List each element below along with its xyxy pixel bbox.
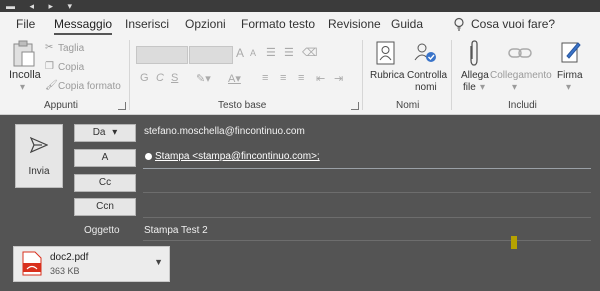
attachment-chip[interactable]: doc2.pdf 363 KB ▼	[13, 246, 170, 282]
cut-icon: ✂	[45, 42, 54, 53]
attachment-name: doc2.pdf	[50, 252, 89, 263]
format-painter-button[interactable]: Copia formato	[58, 81, 121, 92]
signature-icon[interactable]	[561, 40, 581, 64]
indent-decrease-icon[interactable]: ⇤	[316, 72, 325, 85]
tab-formato-testo[interactable]: Formato testo	[241, 17, 315, 31]
quick-access-icons[interactable]: ▬ ◂ ▸ ▾	[6, 0, 78, 12]
subject-field[interactable]: Stampa Test 2	[144, 225, 208, 236]
bullets-icon[interactable]: ☰	[266, 46, 276, 59]
copy-button[interactable]: Copia	[58, 62, 84, 73]
ribbon-divider	[129, 40, 130, 110]
attachment-size: 363 KB	[50, 266, 80, 276]
font-color-icon[interactable]: A▾	[228, 72, 241, 85]
shrink-font-button[interactable]: A	[250, 48, 256, 58]
link-dropdown-icon[interactable]: ▾	[512, 82, 517, 93]
underline-button[interactable]: S	[171, 72, 178, 84]
attach-dropdown-icon[interactable]: ▾	[480, 82, 485, 93]
tab-opzioni[interactable]: Opzioni	[185, 17, 226, 31]
highlight-icon[interactable]: ✎▾	[196, 72, 211, 85]
attach-file-button[interactable]: Allega	[461, 70, 489, 81]
chevron-down-icon: ▾	[112, 127, 118, 138]
subject-label: Oggetto	[84, 225, 120, 236]
chevron-down-icon[interactable]: ▼	[154, 257, 163, 267]
group-label-testo-base: Testo base	[218, 100, 267, 111]
numbering-icon[interactable]: ☰	[284, 46, 294, 59]
cursor-marker	[511, 236, 517, 249]
tab-revisione[interactable]: Revisione	[328, 17, 381, 31]
to-field[interactable]: Stampa <stampa@fincontinuo.com>;	[155, 151, 320, 162]
ribbon: Incolla ▾ ✂ Taglia ❐ Copia 🖌 Copia forma…	[0, 36, 600, 115]
address-book-icon[interactable]	[375, 41, 397, 65]
lightbulb-icon	[454, 17, 464, 31]
testo-base-launcher-icon[interactable]	[351, 102, 359, 110]
paste-icon[interactable]	[11, 40, 37, 68]
clear-format-icon[interactable]: ⌫	[302, 46, 318, 59]
from-button[interactable]: Da ▾	[74, 124, 136, 142]
copy-icon: ❐	[45, 61, 54, 72]
align-right-icon[interactable]: ≡	[298, 72, 304, 84]
link-button[interactable]: Collegamento	[490, 70, 552, 81]
format-painter-icon: 🖌	[45, 80, 58, 91]
ribbon-divider	[451, 40, 452, 110]
paste-dropdown-icon[interactable]: ▾	[20, 82, 25, 93]
align-left-icon[interactable]: ≡	[262, 72, 268, 84]
tab-messaggio[interactable]: Messaggio	[54, 17, 113, 35]
presence-dot-icon	[145, 153, 152, 160]
appunti-launcher-icon[interactable]	[118, 102, 126, 110]
bold-button[interactable]: G	[140, 72, 149, 84]
italic-button[interactable]: C	[156, 72, 164, 84]
check-names-button[interactable]: Controlla	[407, 70, 447, 81]
attach-file-button-line2[interactable]: file	[463, 82, 476, 93]
font-name-combo[interactable]	[136, 46, 188, 64]
cc-field-line[interactable]	[143, 192, 591, 193]
address-book-button[interactable]: Rubrica	[370, 70, 404, 81]
cc-button[interactable]: Cc	[74, 174, 136, 192]
bcc-button[interactable]: Ccn	[74, 198, 136, 216]
to-underline	[143, 168, 591, 169]
tab-guida[interactable]: Guida	[391, 17, 423, 31]
align-center-icon[interactable]: ≡	[280, 72, 286, 84]
tab-file[interactable]: File	[16, 17, 35, 31]
search-tell-me[interactable]: Cosa vuoi fare?	[471, 17, 555, 31]
cut-button[interactable]: Taglia	[58, 43, 84, 54]
tab-inserisci[interactable]: Inserisci	[125, 17, 169, 31]
signature-dropdown-icon[interactable]: ▾	[566, 82, 571, 93]
link-icon[interactable]	[508, 44, 532, 62]
pdf-file-icon	[22, 251, 42, 276]
check-names-button-line2[interactable]: nomi	[415, 82, 437, 93]
to-button[interactable]: A	[74, 149, 136, 167]
bcc-field-line[interactable]	[143, 217, 591, 218]
grow-font-button[interactable]: A	[236, 46, 244, 60]
paperclip-icon[interactable]	[467, 40, 481, 68]
paste-button[interactable]: Incolla	[9, 69, 41, 81]
from-value: stefano.moschella@fincontinuo.com	[144, 126, 305, 137]
title-bar: ▬ ◂ ▸ ▾	[0, 0, 600, 12]
send-button[interactable]: Invia	[15, 124, 63, 188]
group-label-nomi: Nomi	[396, 100, 420, 111]
signature-button[interactable]: Firma	[557, 70, 583, 81]
ribbon-divider	[362, 40, 363, 110]
subject-field-line	[143, 240, 591, 241]
ribbon-tabs: File Messaggio Inserisci Opzioni Formato…	[0, 12, 600, 36]
group-label-includi: Includi	[508, 100, 537, 111]
send-label: Invia	[28, 166, 50, 177]
check-names-icon[interactable]	[413, 40, 439, 66]
indent-increase-icon[interactable]: ⇥	[334, 72, 343, 85]
group-label-appunti: Appunti	[44, 100, 78, 111]
font-size-combo[interactable]	[189, 46, 233, 64]
from-label: Da	[92, 127, 106, 138]
send-icon	[30, 136, 48, 154]
